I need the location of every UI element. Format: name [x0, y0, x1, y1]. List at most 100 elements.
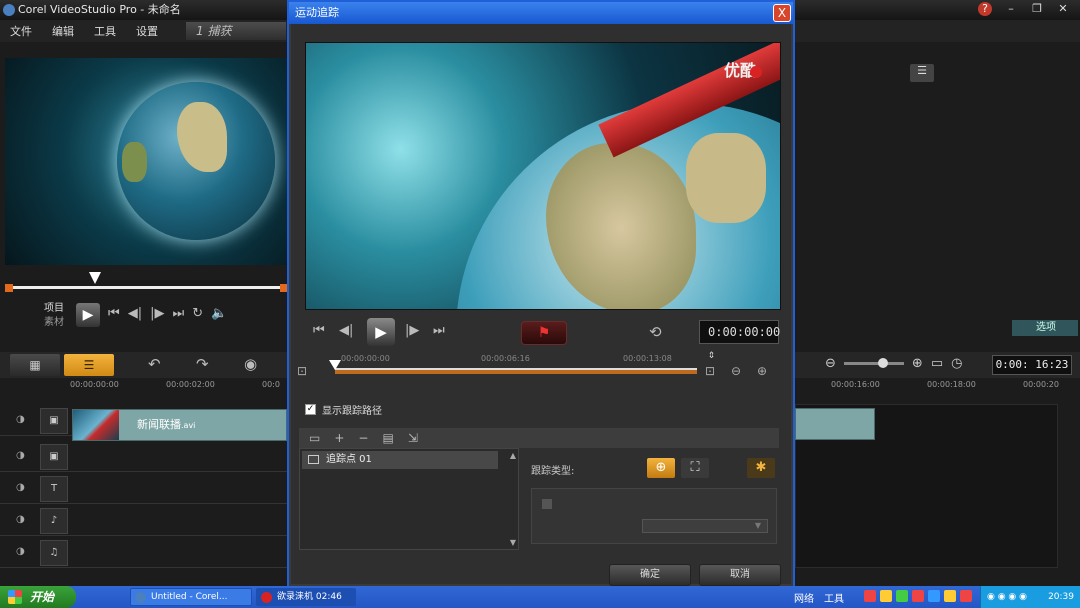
end-icon[interactable]: ⏭	[433, 323, 445, 338]
menu-tools[interactable]: 工具	[84, 23, 126, 39]
end-icon[interactable]: ⏭	[172, 306, 184, 321]
ok-button[interactable]: 确定	[609, 564, 691, 586]
play-button[interactable]: ▶	[76, 303, 100, 327]
tracker-edit-icon[interactable]: ▤	[382, 431, 393, 445]
track-toggle-icon[interactable]: ◑	[16, 514, 25, 525]
add-tracker-icon[interactable]: +	[334, 431, 344, 445]
volume-icon[interactable]: 🔈	[211, 306, 227, 321]
zoom-out-icon[interactable]: ⊖	[731, 364, 741, 378]
dialog-timecode[interactable]: 0:00:00:00 ⇕	[699, 320, 780, 361]
start-button[interactable]: 开始	[0, 586, 76, 608]
scroll-up-icon[interactable]: ▲	[510, 451, 516, 460]
app-icon[interactable]	[944, 590, 956, 602]
video-clip[interactable]: 新闻联播.avi	[72, 409, 287, 441]
dialog-scrub-bar[interactable]	[335, 368, 697, 374]
menu-file[interactable]: 文件	[0, 23, 42, 39]
track-type-point-button[interactable]: ⊕	[647, 458, 675, 478]
music-track-icon[interactable]: ♫	[40, 540, 68, 566]
app-icon[interactable]	[912, 590, 924, 602]
ruler-label: 00:00:18:00	[927, 380, 976, 389]
video-track-icon[interactable]: ▣	[40, 408, 68, 434]
music-track[interactable]: ◑ ♫	[0, 538, 290, 568]
zoom-out-icon[interactable]: ⊖	[825, 356, 836, 371]
undo-icon[interactable]: ↶	[148, 355, 161, 373]
title-track[interactable]: ◑ T	[0, 474, 290, 504]
voice-track[interactable]: ◑ ♪	[0, 506, 290, 536]
home-icon[interactable]: ⏮	[313, 323, 325, 338]
tracker-list-icon[interactable]: ▭	[309, 431, 320, 445]
recorder-icon	[261, 592, 272, 603]
cancel-button[interactable]: 取消	[699, 564, 781, 586]
help-icon[interactable]: ?	[978, 2, 992, 16]
dialog-play-button[interactable]: ▶	[367, 318, 395, 346]
title-track-icon[interactable]: T	[40, 476, 68, 502]
checkbox-icon[interactable]: ✓	[305, 404, 316, 415]
next-frame-icon[interactable]: |▶	[150, 306, 164, 321]
mark-in-icon[interactable]: ⊡	[297, 364, 307, 378]
overlay-track-icon[interactable]: ▣	[40, 444, 68, 470]
mark-out-icon[interactable]: ⊡	[705, 364, 715, 378]
zoom-slider[interactable]	[843, 358, 904, 368]
remove-tracker-icon[interactable]: −	[358, 431, 368, 445]
record-icon[interactable]: ◉	[244, 355, 257, 373]
video-clip-tail[interactable]	[795, 408, 875, 440]
project-timecode[interactable]: 0:00: 16:23	[992, 355, 1072, 375]
list-item[interactable]: 追踪点 01	[302, 451, 498, 469]
taskbar-item-videostudio[interactable]: Untitled - Corel...	[130, 588, 252, 606]
dialog-title-bar: 运动追踪 X	[289, 2, 793, 24]
system-tray: ◉ ◉ ◉ ◉ 20:39	[980, 586, 1080, 608]
tracker-export-icon[interactable]: ⇲	[408, 431, 418, 445]
scroll-down-icon[interactable]: ▼	[510, 538, 516, 547]
restore-button[interactable]: ❐	[1030, 2, 1044, 16]
track-toggle-icon[interactable]: ◑	[16, 546, 25, 557]
mode-clip[interactable]: 素材	[44, 316, 64, 330]
play-mode[interactable]: 项目 素材	[44, 302, 64, 330]
tab-options[interactable]: 选项	[1012, 320, 1078, 336]
tab-capture[interactable]: 1 捕获	[186, 22, 286, 40]
app-icon[interactable]	[864, 590, 876, 602]
tray-tools[interactable]: 工具	[824, 590, 844, 605]
app-icon[interactable]	[896, 590, 908, 602]
show-path-checkbox[interactable]: ✓ 显示跟踪路径	[305, 402, 382, 417]
mode-project[interactable]: 项目	[44, 302, 64, 316]
taskbar-item-recorder[interactable]: 欲录涞机 02:46	[256, 588, 356, 606]
close-button[interactable]: ✕	[1056, 2, 1070, 16]
timeline-ruler-right[interactable]: 00:00:16:00 00:00:18:00 00:00:20	[795, 378, 1080, 396]
prev-frame-icon[interactable]: ◀|	[339, 323, 353, 338]
home-icon[interactable]: ⏮	[108, 306, 120, 321]
redo-icon[interactable]: ↷	[196, 355, 209, 373]
fit-icon[interactable]: ▭	[931, 356, 943, 371]
track-toggle-icon[interactable]: ◑	[16, 450, 25, 461]
dialog-timeline[interactable]: 00:00:00:00 00:00:06:16 00:00:13:08 ⊡ ⊡ …	[297, 354, 781, 388]
menu-edit[interactable]: 编辑	[42, 23, 84, 39]
track-type-multipoint-button[interactable]: ✱	[747, 458, 775, 478]
windows-flag-icon	[8, 590, 22, 604]
zoom-in-icon[interactable]: ⊕	[912, 356, 923, 371]
prev-frame-icon[interactable]: ◀|	[128, 306, 142, 321]
track-type-area-button[interactable]: ⛶	[681, 458, 709, 478]
app-icon[interactable]	[960, 590, 972, 602]
storyboard-view-button[interactable]: ▦	[10, 354, 60, 376]
tracking-preview[interactable]: 优酷	[305, 42, 781, 310]
app-icon[interactable]	[880, 590, 892, 602]
library-view-button[interactable]: ☰	[910, 64, 934, 82]
app-icon[interactable]	[928, 590, 940, 602]
reset-history-icon[interactable]: ⟲	[649, 323, 662, 341]
voice-track-icon[interactable]: ♪	[40, 508, 68, 534]
dialog-close-button[interactable]: X	[773, 4, 791, 22]
track-toggle-icon[interactable]: ◑	[16, 482, 25, 493]
overlay-track[interactable]: ◑ ▣	[0, 442, 290, 472]
next-frame-icon[interactable]: |▶	[405, 323, 419, 338]
track-motion-button[interactable]: ⚑	[521, 321, 567, 345]
scrub-marker[interactable]	[89, 272, 101, 284]
menu-settings[interactable]: 设置	[126, 23, 168, 39]
main-scrubber[interactable]	[5, 272, 288, 302]
zoom-in-icon[interactable]: ⊕	[757, 364, 767, 378]
timeline-ruler[interactable]: 00:00:00:00 00:00:02:00 00:0	[70, 378, 290, 396]
repeat-icon[interactable]: ↻	[192, 306, 203, 321]
track-toggle-icon[interactable]: ◑	[16, 414, 25, 425]
tray-icons[interactable]: ◉ ◉ ◉ ◉	[987, 592, 1027, 602]
minimize-button[interactable]: –	[1004, 2, 1018, 16]
timeline-view-button[interactable]: ☰	[64, 354, 114, 376]
tray-network[interactable]: 网络	[794, 590, 814, 605]
